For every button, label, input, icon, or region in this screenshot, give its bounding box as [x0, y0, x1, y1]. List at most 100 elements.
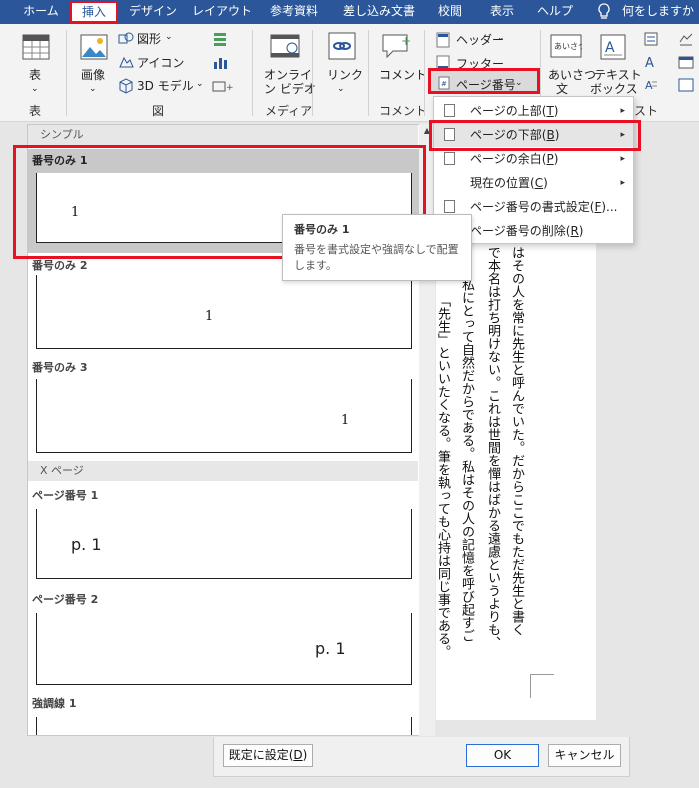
chevron-down-icon: ⌄	[31, 84, 39, 94]
chevron-down-icon: ⌄	[337, 84, 345, 94]
table-button-label[interactable]: 表	[29, 68, 41, 82]
menu-item-suffix: )	[578, 224, 584, 238]
menu-item-label: ページ番号の削除(	[470, 224, 571, 238]
format-page-number-icon	[444, 200, 455, 213]
model3d-label[interactable]: 3D モデル	[137, 79, 194, 93]
cancel-button[interactable]: キャンセル	[548, 744, 621, 767]
chart-icon[interactable]	[212, 55, 228, 72]
icons-icon[interactable]	[118, 55, 134, 72]
header-icon[interactable]	[436, 32, 450, 51]
screenshot-icon[interactable]: +	[212, 78, 234, 95]
shapes-label[interactable]: 図形	[137, 32, 161, 46]
online-video-label-2[interactable]: ン ビデオ	[264, 82, 316, 96]
gallery-item-label[interactable]: 強調線 1	[32, 695, 76, 711]
tab-layout[interactable]: レイアウト	[190, 0, 254, 24]
group-label-text: スト	[634, 104, 659, 118]
page-top-icon	[444, 104, 455, 117]
menu-item-current-position[interactable]: 現在の位置(C) ▸	[434, 171, 633, 195]
video-icon[interactable]	[270, 34, 300, 61]
lightbulb-icon	[597, 2, 615, 22]
comment-label[interactable]: コメント	[379, 68, 427, 82]
gallery-item-preview[interactable]	[36, 717, 412, 735]
menu-item-accelerator: T	[546, 104, 554, 118]
cube-icon[interactable]	[118, 78, 134, 97]
tab-mailings[interactable]: 差し込み文書	[336, 0, 422, 24]
dropcap-icon[interactable]: A	[644, 78, 658, 95]
tab-references[interactable]: 参考資料	[262, 0, 326, 24]
button-suffix: )	[302, 748, 308, 762]
group-divider	[312, 30, 313, 116]
textbox-label[interactable]: テキスト	[594, 68, 642, 82]
button-accelerator: D	[293, 748, 303, 762]
comment-icon[interactable]: +	[381, 32, 411, 63]
gallery-section-header: シンプル	[28, 125, 418, 145]
image-icon[interactable]	[80, 34, 108, 63]
gallery-item-preview[interactable]: 1	[36, 275, 412, 349]
group-divider	[368, 30, 369, 116]
gallery-item-preview[interactable]: p. 1	[36, 509, 412, 579]
object-icon[interactable]	[678, 78, 694, 95]
icons-label[interactable]: アイコン	[137, 56, 184, 70]
tab-help[interactable]: ヘルプ	[532, 0, 578, 24]
gallery-item-label[interactable]: ページ番号 2	[32, 591, 98, 607]
group-label-table: 表	[29, 104, 42, 118]
document-text-line: はその人を常に先生と呼んでいた。だからここでもただ先生と書く	[509, 246, 524, 636]
smartart-icon[interactable]	[212, 32, 228, 49]
menu-item-suffix: )	[553, 104, 559, 118]
signature-line-icon[interactable]	[678, 32, 694, 49]
tab-design[interactable]: デザイン	[124, 0, 182, 24]
button-label: 既定に設定(	[228, 748, 294, 762]
svg-text:+: +	[226, 83, 234, 92]
gallery-item-label[interactable]: 番号のみ 3	[32, 359, 87, 375]
menu-item-accelerator: P	[546, 152, 554, 166]
wordart-icon[interactable]: A	[644, 55, 658, 72]
ribbon-tab-bar: ホーム 挿入 デザイン レイアウト 参考資料 差し込み文書 校閲 表示 ヘルプ …	[0, 0, 699, 24]
textbox-label-2[interactable]: ボックス	[590, 82, 638, 96]
menu-item-label: ページの上部(	[470, 104, 547, 118]
greeting-icon[interactable]: あいさつ	[550, 34, 586, 61]
preview-page-number: 1	[205, 309, 214, 324]
preview-page-number: 1	[341, 413, 350, 428]
tab-home[interactable]: ホーム	[16, 0, 66, 24]
chevron-down-icon: ⌄	[89, 84, 97, 94]
link-icon[interactable]	[328, 32, 356, 63]
menu-item-suffix: )	[553, 152, 559, 166]
tell-me-box[interactable]: 何をしますか	[622, 0, 694, 24]
group-label-media: メディア	[265, 104, 313, 118]
group-label-illustrations: 図	[152, 104, 165, 118]
gallery-item-label[interactable]: ページ番号 1	[32, 487, 98, 503]
image-button-label[interactable]: 画像	[81, 68, 105, 82]
online-video-label[interactable]: オンライ	[264, 68, 312, 82]
tooltip-title: 番号のみ 1	[294, 223, 350, 236]
menu-item-suffix: )...	[601, 200, 618, 214]
textbox-icon[interactable]: A	[600, 34, 626, 63]
table-icon[interactable]	[22, 34, 50, 63]
preview-page-number: p. 1	[71, 535, 102, 554]
ok-button[interactable]: OK	[466, 744, 539, 767]
cursor-icon	[444, 176, 455, 189]
link-label[interactable]: リンク	[327, 68, 363, 82]
greeting-label-2[interactable]: 文	[556, 82, 568, 96]
preview-page-number: p. 1	[315, 639, 346, 658]
gallery-item-label[interactable]: 番号のみ 2	[32, 257, 87, 273]
datetime-icon[interactable]	[678, 55, 694, 72]
group-label-comment: コメント	[379, 104, 428, 118]
gallery-item-preview[interactable]: p. 1	[36, 613, 412, 685]
margin-corner-mark	[530, 674, 554, 698]
quickparts-icon[interactable]	[644, 32, 658, 49]
svg-text:A: A	[645, 79, 653, 92]
gallery-item-preview[interactable]: 1	[36, 379, 412, 453]
tab-review[interactable]: 校閲	[430, 0, 470, 24]
svg-text:A: A	[605, 40, 615, 56]
submenu-arrow-icon: ▸	[620, 178, 625, 188]
tab-view[interactable]: 表示	[480, 0, 524, 24]
svg-text:あいさつ: あいさつ	[554, 42, 582, 51]
tab-insert[interactable]: 挿入	[70, 1, 118, 23]
menu-item-label: ページ番号の書式設定(	[470, 200, 595, 214]
page-number-highlight	[428, 68, 540, 94]
shapes-icon[interactable]	[118, 32, 134, 49]
greeting-label[interactable]: あいさつ	[548, 68, 596, 82]
menu-item-label: ページの余白(	[470, 152, 547, 166]
menu-item-accelerator: R	[570, 224, 579, 238]
set-as-default-button[interactable]: 既定に設定(D)	[223, 744, 313, 767]
